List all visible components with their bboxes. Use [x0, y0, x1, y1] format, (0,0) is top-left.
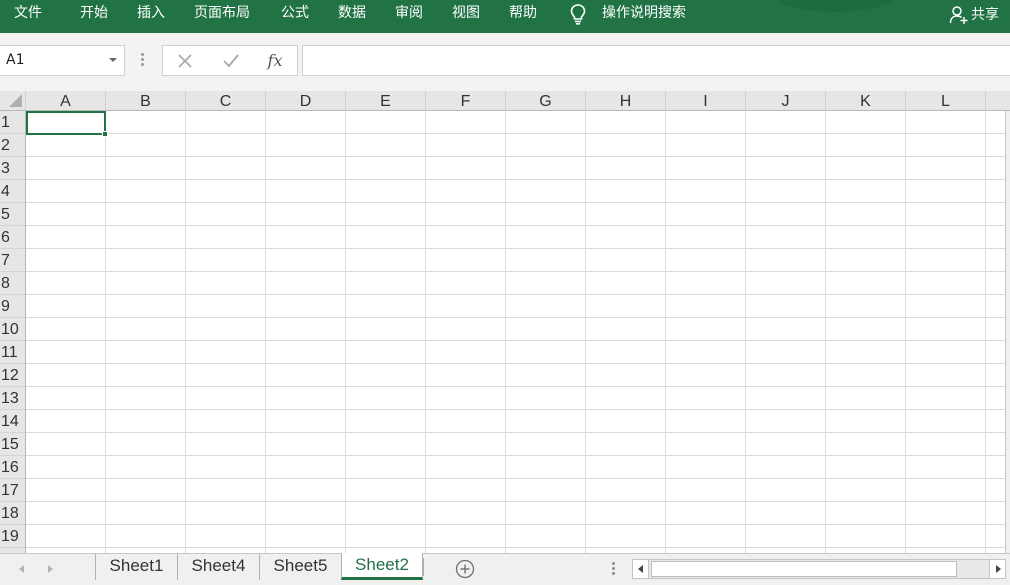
column-header[interactable]: A [26, 91, 106, 111]
row-header[interactable]: 4 [0, 180, 25, 203]
column-header[interactable]: G [506, 91, 586, 111]
active-cell-a1[interactable] [26, 111, 108, 137]
row-header[interactable]: 8 [0, 272, 25, 295]
column-header[interactable]: B [106, 91, 186, 111]
row-header[interactable]: 6 [0, 226, 25, 249]
share-label: 共享 [971, 7, 999, 23]
ribbon-background-decoration [770, 0, 900, 12]
row-header[interactable]: 16 [0, 456, 25, 479]
tab-formulas[interactable]: 公式 [281, 0, 309, 28]
function-icon: fx [267, 51, 283, 70]
row-header[interactable]: 1 [0, 111, 25, 134]
tell-me-search[interactable]: 操作说明搜索 [602, 0, 686, 28]
tab-divider [423, 558, 424, 576]
column-header[interactable]: H [586, 91, 666, 111]
horizontal-scrollbar[interactable] [632, 559, 1006, 579]
spreadsheet-grid: A B C D E F G H I J K L 1 2 3 4 5 6 7 8 … [0, 91, 1010, 553]
arrow-right-icon [996, 565, 1001, 573]
row-header[interactable]: 18 [0, 502, 25, 525]
sheet-tab-sheet5[interactable]: Sheet5 [259, 554, 341, 580]
cancel-button[interactable] [165, 46, 205, 75]
row-header[interactable]: 13 [0, 387, 25, 410]
person-add-icon [949, 6, 968, 24]
share-button[interactable]: 共享 [949, 0, 1010, 30]
formula-input[interactable] [302, 45, 1010, 76]
cell-area[interactable] [26, 111, 1005, 553]
plus-circle-icon [455, 559, 475, 579]
vertical-scrollbar[interactable] [1005, 111, 1010, 553]
row-header[interactable]: 19 [0, 525, 25, 548]
ribbon-tab-bar: 文件 开始 插入 页面布局 公式 数据 审阅 视图 帮助 操作说明搜索 共享 [0, 0, 1010, 33]
insert-function-button[interactable]: fx [255, 46, 295, 75]
checkmark-icon [223, 54, 239, 68]
sheet-tab-sheet1[interactable]: Sheet1 [95, 554, 177, 580]
add-sheet-button[interactable] [455, 559, 475, 579]
row-header[interactable]: 2 [0, 134, 25, 157]
tab-file[interactable]: 文件 [14, 0, 42, 28]
column-header[interactable]: C [186, 91, 266, 111]
sheet-tab-sheet4[interactable]: Sheet4 [177, 554, 259, 580]
column-header[interactable]: L [906, 91, 986, 111]
row-header[interactable]: 14 [0, 410, 25, 433]
formula-bar: A1 fx [0, 33, 1010, 91]
split-handle-icon[interactable] [612, 562, 617, 578]
row-header[interactable]: 3 [0, 157, 25, 180]
name-box-value: A1 [6, 52, 25, 68]
chevron-down-icon[interactable] [109, 58, 117, 62]
drag-handle-icon[interactable] [140, 53, 146, 69]
sheet-tab-sheet2[interactable]: Sheet2 [341, 553, 423, 580]
scroll-left-button[interactable] [633, 560, 649, 578]
tab-page-layout[interactable]: 页面布局 [194, 0, 250, 28]
chevron-right-icon[interactable] [48, 565, 53, 573]
row-header[interactable]: 9 [0, 295, 25, 318]
scroll-right-button[interactable] [989, 560, 1005, 578]
row-headers: 1 2 3 4 5 6 7 8 9 10 11 12 13 14 15 16 1… [0, 111, 26, 553]
column-header[interactable]: K [826, 91, 906, 111]
formula-buttons: fx [162, 45, 298, 76]
select-all-button[interactable] [0, 91, 26, 111]
row-header[interactable]: 7 [0, 249, 25, 272]
row-header[interactable]: 11 [0, 341, 25, 364]
enter-button[interactable] [211, 46, 251, 75]
row-header[interactable]: 10 [0, 318, 25, 341]
tab-help[interactable]: 帮助 [509, 0, 537, 28]
arrow-left-icon [638, 565, 643, 573]
row-header[interactable]: 15 [0, 433, 25, 456]
select-all-icon [9, 94, 22, 107]
scroll-thumb[interactable] [651, 561, 957, 577]
column-headers: A B C D E F G H I J K L [26, 91, 1010, 111]
row-header[interactable]: 5 [0, 203, 25, 226]
fill-handle[interactable] [102, 131, 108, 137]
row-header[interactable]: 12 [0, 364, 25, 387]
tab-view[interactable]: 视图 [452, 0, 480, 28]
tab-data[interactable]: 数据 [338, 0, 366, 28]
name-box[interactable]: A1 [0, 45, 125, 76]
row-header[interactable]: 17 [0, 479, 25, 502]
chevron-left-icon[interactable] [19, 565, 24, 573]
sheet-tabs-bar: Sheet1 Sheet4 Sheet5 Sheet2 [0, 553, 1010, 585]
column-header[interactable]: E [346, 91, 426, 111]
column-header[interactable]: I [666, 91, 746, 111]
lightbulb-icon[interactable] [568, 3, 588, 25]
tab-home[interactable]: 开始 [80, 0, 108, 28]
tab-review[interactable]: 审阅 [395, 0, 423, 28]
close-icon [178, 54, 192, 68]
tab-insert[interactable]: 插入 [137, 0, 165, 28]
column-header[interactable]: J [746, 91, 826, 111]
column-header[interactable]: D [266, 91, 346, 111]
column-header[interactable]: F [426, 91, 506, 111]
